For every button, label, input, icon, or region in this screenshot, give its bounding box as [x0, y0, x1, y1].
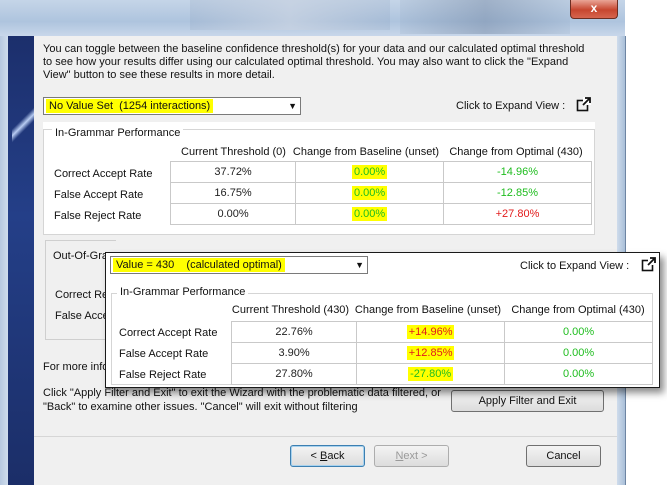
value: -27.80% [408, 367, 454, 381]
row-label-correct-accept: Correct Accept Rate [54, 168, 153, 180]
table-row: 3.90% +12.85% 0.00% [230, 342, 653, 364]
cell-baseline: +12.85% [356, 342, 506, 364]
column-change-baseline: Change from Baseline (unset) [292, 146, 440, 158]
cell-optimal: 0.00% [504, 342, 653, 364]
row-label-false-accept: False Accept Rate [54, 189, 144, 201]
out-of-grammar-title: Out-Of-Gra [53, 250, 109, 262]
in-grammar-table: 22.76% +14.96% 0.00% 3.90% +12.85% 0.00%… [230, 321, 653, 385]
external-link-icon[interactable] [641, 257, 656, 272]
value: 0.00% [562, 326, 595, 338]
value: -14.96% [497, 166, 538, 178]
back-label: ack [327, 450, 345, 462]
instructions-line-1: Click "Apply Filter and Exit" to exit th… [43, 387, 441, 399]
cell-optimal: 0.00% [504, 363, 653, 385]
row-label-false-reject: False Reject Rate [119, 369, 207, 381]
value: 0.00% [351, 186, 388, 200]
column-change-optimal: Change from Optimal (430) [511, 304, 645, 316]
expand-view-strip: Click to Expand View : [43, 96, 593, 118]
titlebar-background [400, 0, 570, 34]
apply-filter-exit-button[interactable]: Apply Filter and Exit [451, 390, 604, 412]
threshold-selector-value: Value = 430 (calculated optimal) [113, 258, 285, 272]
value: 0.00% [562, 347, 595, 359]
cell-baseline: 0.00% [295, 161, 444, 183]
table-row: 0.00% 0.00% +27.80% [169, 203, 592, 225]
value: +14.96% [406, 325, 455, 339]
cell-current: 3.90% [230, 342, 358, 364]
column-current-threshold: Current Threshold (0) [181, 146, 286, 158]
value: -12.85% [497, 187, 538, 199]
cell-current: 0.00% [169, 203, 297, 225]
cell-optimal: -14.96% [443, 161, 592, 183]
cell-baseline: -27.80% [356, 363, 506, 385]
dropdown-arrow-icon[interactable]: ▼ [355, 257, 364, 273]
row-label-correct-accept: Correct Accept Rate [119, 327, 218, 339]
table-row: 16.75% 0.00% -12.85% [169, 182, 592, 204]
in-grammar-panel: In-Grammar Performance Current Threshold… [43, 122, 595, 235]
next-suffix: > [418, 450, 428, 462]
back-button[interactable]: < Back [290, 445, 365, 467]
cell-current: 27.80% [230, 363, 358, 385]
instructions-line-2: "Back" to examine other issues. "Cancel"… [43, 401, 358, 413]
cell-baseline: +14.96% [356, 321, 506, 343]
external-link-icon[interactable] [576, 97, 591, 112]
cell-baseline: 0.00% [295, 182, 444, 204]
value: 22.76% [275, 326, 313, 338]
more-info-text: For more infor [43, 361, 113, 373]
sparkle-icon [12, 102, 34, 148]
value: 0.00% [351, 165, 388, 179]
intro-text: You can toggle between the baseline conf… [43, 43, 585, 81]
value: 0.00% [562, 368, 595, 380]
row-label-false-reject: False Reject Rate [54, 210, 142, 222]
ooh-row-correct-reject: Correct Re [55, 289, 109, 301]
expand-view-label: Click to Expand View : [520, 260, 630, 272]
value: 27.80% [275, 368, 313, 380]
row-label-false-accept: False Accept Rate [119, 348, 209, 360]
threshold-selector-popup[interactable]: Value = 430 (calculated optimal) ▼ [110, 256, 368, 274]
table-row: 22.76% +14.96% 0.00% [230, 321, 653, 343]
expanded-view-popup: Value = 430 (calculated optimal) ▼ Click… [105, 252, 660, 388]
ooh-row-false-accept: False Acce [55, 310, 109, 322]
in-grammar-title: In-Grammar Performance [117, 286, 249, 298]
window-titlebar [0, 0, 625, 36]
cancel-button[interactable]: Cancel [526, 445, 601, 467]
value: +12.85% [406, 346, 455, 360]
value: 0.00% [217, 208, 249, 220]
footer-divider [34, 436, 617, 437]
cell-current: 37.72% [169, 161, 297, 183]
table-row: 27.80% -27.80% 0.00% [230, 363, 653, 385]
value: 16.75% [214, 187, 252, 199]
expand-view-label: Click to Expand View : [456, 100, 566, 112]
cell-optimal: -12.85% [443, 182, 592, 204]
column-change-optimal: Change from Optimal (430) [449, 146, 583, 158]
cell-current: 16.75% [169, 182, 297, 204]
back-prefix: < [310, 450, 320, 462]
value: +27.80% [495, 208, 540, 220]
table-row: 37.72% 0.00% -14.96% [169, 161, 592, 183]
column-current-threshold: Current Threshold (430) [231, 304, 350, 316]
value: 3.90% [278, 347, 310, 359]
next-button[interactable]: Next > [374, 445, 449, 467]
titlebar-background [190, 0, 390, 30]
next-label: ext [403, 450, 419, 462]
close-button[interactable]: x [570, 0, 618, 19]
value: 37.72% [214, 166, 252, 178]
value: 0.00% [351, 207, 388, 221]
column-change-baseline: Change from Baseline (unset) [354, 304, 502, 316]
cell-optimal: 0.00% [504, 321, 653, 343]
cell-baseline: 0.00% [295, 203, 444, 225]
in-grammar-title: In-Grammar Performance [52, 127, 184, 139]
wizard-banner-image [8, 36, 34, 485]
cell-optimal: +27.80% [443, 203, 592, 225]
cell-current: 22.76% [230, 321, 358, 343]
window-frame-left [0, 36, 8, 485]
in-grammar-table: 37.72% 0.00% -14.96% 16.75% 0.00% -12.85… [169, 161, 592, 225]
